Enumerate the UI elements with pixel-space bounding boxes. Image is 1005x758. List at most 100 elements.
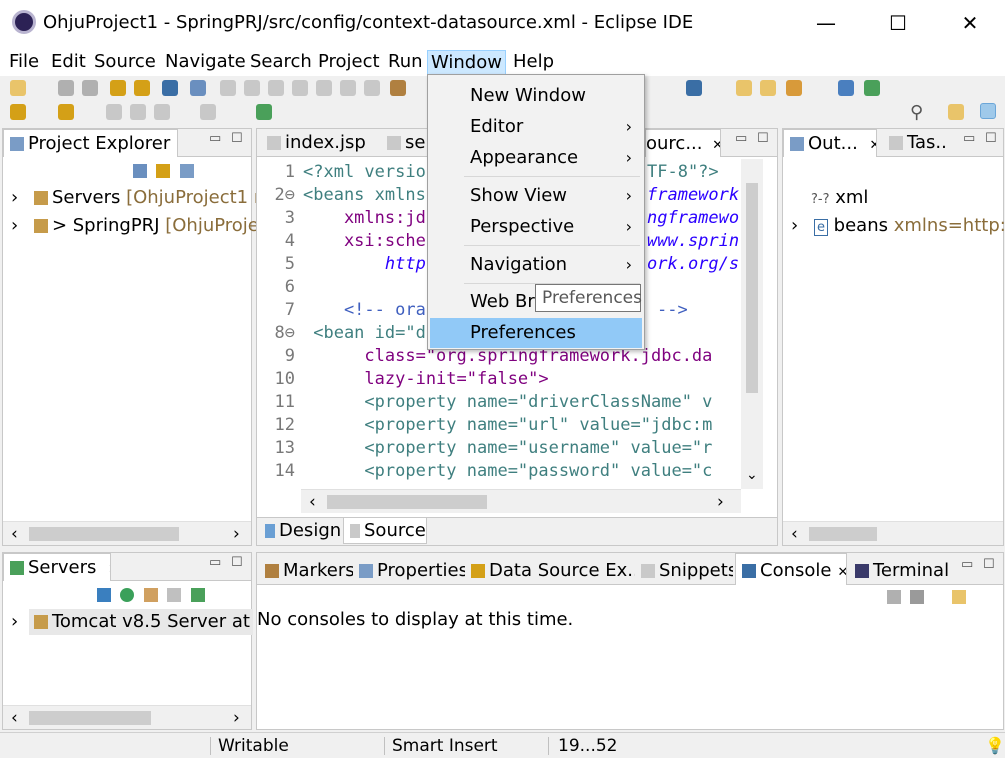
maximize-button[interactable]: ☐ bbox=[878, 8, 918, 38]
globe-icon[interactable] bbox=[838, 80, 854, 96]
vertical-scrollbar[interactable]: ⌄ bbox=[741, 159, 763, 489]
back-dropdown-icon[interactable] bbox=[154, 104, 170, 120]
tree-row-tomcat[interactable]: › Tomcat v8.5 Server at lo bbox=[11, 609, 272, 635]
terminal-icon[interactable] bbox=[162, 80, 178, 96]
tab-servers[interactable]: Servers ✕ bbox=[3, 553, 111, 581]
tree-row-beans[interactable]: › e beans xmlns=http://w bbox=[791, 213, 1005, 239]
java-ee-perspective-icon[interactable] bbox=[980, 103, 996, 119]
expand-icon[interactable]: › bbox=[11, 215, 18, 236]
scroll-right-icon[interactable]: › bbox=[233, 524, 240, 544]
save-all-icon[interactable] bbox=[82, 80, 98, 96]
web-service-icon[interactable] bbox=[864, 80, 880, 96]
minimize-button[interactable]: — bbox=[806, 8, 846, 38]
scroll-right-icon[interactable]: › bbox=[233, 708, 240, 728]
search-icon[interactable]: ⚲ bbox=[910, 102, 923, 123]
back-icon[interactable] bbox=[130, 104, 146, 120]
lightbulb-icon[interactable]: 💡 bbox=[985, 736, 1005, 755]
scroll-thumb[interactable] bbox=[746, 183, 758, 393]
tab-outline[interactable]: Out... ✕ bbox=[783, 129, 877, 157]
open-console-icon[interactable] bbox=[951, 590, 966, 604]
tab-snippets[interactable]: Snippets bbox=[635, 557, 733, 585]
menu-navigate[interactable]: Navigate bbox=[162, 50, 249, 76]
scroll-thumb[interactable] bbox=[29, 711, 151, 725]
menu-help[interactable]: Help bbox=[510, 50, 557, 76]
editor-horizontal-scrollbar[interactable]: ‹ › bbox=[301, 489, 741, 513]
maximize-view-icon[interactable]: ☐ bbox=[983, 557, 995, 572]
expand-icon[interactable]: › bbox=[11, 611, 18, 632]
prev-annotation-icon[interactable] bbox=[58, 104, 74, 120]
pin-editor-icon[interactable] bbox=[256, 104, 272, 120]
skip-icon[interactable] bbox=[220, 80, 236, 96]
scroll-thumb[interactable] bbox=[327, 495, 487, 509]
tab-data-source-explorer[interactable]: Data Source Ex... bbox=[465, 557, 635, 585]
suspend-icon[interactable] bbox=[244, 80, 260, 96]
minimize-view-icon[interactable]: ▭ bbox=[209, 131, 221, 146]
maximize-view-icon[interactable]: ☐ bbox=[985, 131, 997, 146]
scroll-right-icon[interactable]: › bbox=[717, 492, 724, 512]
scroll-left-icon[interactable]: ‹ bbox=[11, 524, 18, 544]
scroll-left-icon[interactable]: ‹ bbox=[11, 708, 18, 728]
close-button[interactable]: ✕ bbox=[950, 8, 990, 38]
horizontal-scrollbar[interactable]: ‹ › bbox=[3, 705, 251, 729]
tab-context-datasource[interactable]: ourc... ✕ bbox=[645, 129, 721, 157]
tab-index-jsp[interactable]: index.jsp bbox=[261, 129, 381, 157]
menu-file[interactable]: File bbox=[6, 50, 42, 76]
close-tab-icon[interactable]: ✕ bbox=[712, 138, 720, 153]
menu-item-preferences[interactable]: Preferences bbox=[430, 318, 642, 348]
run-config-icon[interactable] bbox=[390, 80, 406, 96]
minimize-view-icon[interactable]: ▭ bbox=[209, 555, 221, 570]
expand-icon[interactable]: › bbox=[11, 187, 18, 208]
close-tab-icon[interactable]: ✕ bbox=[108, 562, 110, 577]
filter-icon[interactable] bbox=[179, 164, 194, 178]
close-tab-icon[interactable]: ✕ bbox=[837, 565, 846, 580]
tab-design[interactable]: Design bbox=[259, 518, 341, 544]
minimize-view-icon[interactable]: ▭ bbox=[961, 557, 973, 572]
scroll-thumb[interactable] bbox=[29, 527, 179, 541]
scroll-thumb[interactable] bbox=[809, 527, 877, 541]
build-icon[interactable] bbox=[110, 80, 126, 96]
debug-search-icon[interactable] bbox=[190, 80, 206, 96]
menu-item-show-view[interactable]: Show View › bbox=[430, 181, 642, 211]
debug-server-icon[interactable] bbox=[97, 588, 111, 602]
terminate-icon[interactable] bbox=[268, 80, 284, 96]
tree-row-springprj[interactable]: › > SpringPRJ [OhjuProject bbox=[11, 213, 276, 239]
stop-server-icon[interactable] bbox=[167, 588, 182, 602]
tab-markers[interactable]: Markers bbox=[259, 557, 353, 585]
tab-tasks[interactable]: Tas... bbox=[883, 129, 947, 157]
menu-item-appearance[interactable]: Appearance › bbox=[430, 143, 642, 173]
publish-icon[interactable] bbox=[190, 588, 205, 602]
open-perspective-icon[interactable] bbox=[948, 104, 964, 120]
open-folder-icon[interactable] bbox=[736, 80, 752, 96]
tab-serv[interactable]: serv bbox=[381, 129, 431, 157]
spring-icon[interactable] bbox=[686, 80, 702, 96]
tab-project-explorer[interactable]: Project Explorer ✕ bbox=[3, 129, 178, 157]
menu-edit[interactable]: Edit bbox=[48, 50, 89, 76]
tree-row-servers[interactable]: › Servers [OhjuProject1 ma bbox=[11, 185, 282, 211]
launch-icon[interactable] bbox=[786, 80, 802, 96]
new-icon[interactable] bbox=[10, 80, 26, 96]
menu-item-navigation[interactable]: Navigation › bbox=[430, 250, 642, 280]
collapse-all-icon[interactable] bbox=[133, 164, 147, 178]
forward-icon[interactable] bbox=[200, 104, 216, 120]
menu-item-editor[interactable]: Editor › bbox=[430, 112, 642, 142]
open-type-icon[interactable] bbox=[760, 80, 776, 96]
tab-properties[interactable]: Properties bbox=[353, 557, 465, 585]
profile-server-icon[interactable] bbox=[143, 588, 158, 602]
scroll-left-icon[interactable]: ‹ bbox=[791, 524, 798, 544]
pin-console-icon[interactable] bbox=[887, 590, 901, 604]
tab-terminal[interactable]: Terminal bbox=[849, 557, 949, 585]
start-server-icon[interactable] bbox=[120, 588, 135, 602]
menu-run[interactable]: Run bbox=[385, 50, 426, 76]
link-editor-icon[interactable] bbox=[156, 164, 171, 178]
minimize-view-icon[interactable]: ▭ bbox=[963, 131, 975, 146]
last-edit-icon[interactable] bbox=[106, 104, 122, 120]
next-annotation-icon[interactable] bbox=[10, 104, 26, 120]
menu-window[interactable]: Window bbox=[427, 50, 506, 76]
display-console-icon[interactable] bbox=[910, 590, 925, 604]
menu-project[interactable]: Project bbox=[315, 50, 383, 76]
save-icon[interactable] bbox=[58, 80, 74, 96]
refactor-icon[interactable] bbox=[134, 80, 150, 96]
step-over-icon[interactable] bbox=[340, 80, 356, 96]
step-into-icon[interactable] bbox=[316, 80, 332, 96]
scroll-down-icon[interactable]: ⌄ bbox=[746, 467, 758, 483]
